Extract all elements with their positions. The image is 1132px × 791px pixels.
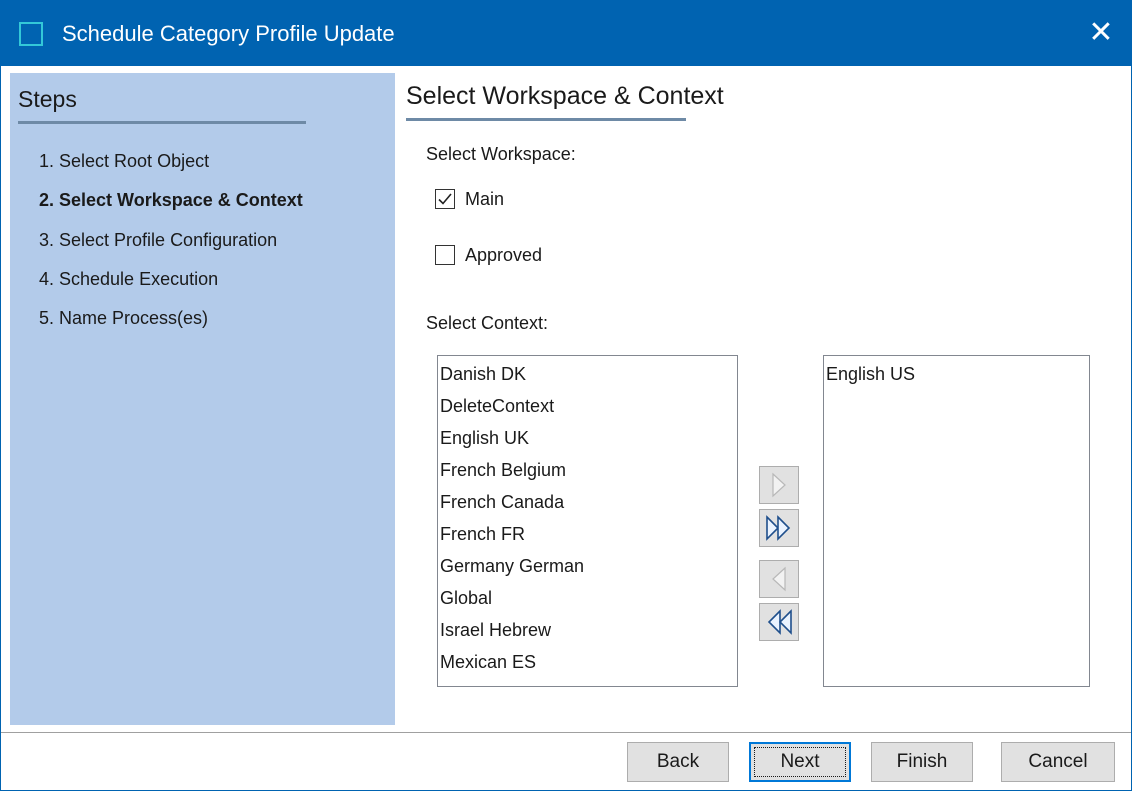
list-item[interactable]: English US: [826, 358, 1089, 390]
window-title: Schedule Category Profile Update: [62, 21, 395, 46]
list-item[interactable]: English UK: [440, 422, 737, 454]
list-item[interactable]: French Canada: [440, 486, 737, 518]
checkmark-icon: [438, 193, 452, 205]
close-button[interactable]: ✕: [1070, 0, 1132, 66]
move-all-right-button[interactable]: [759, 509, 799, 547]
page-title-underline: [406, 118, 686, 121]
arrow-left-icon: [772, 566, 786, 592]
list-item[interactable]: Global: [440, 582, 737, 614]
arrow-right-icon: [772, 472, 786, 498]
title-bar[interactable]: Schedule Category Profile Update ✕: [0, 0, 1132, 66]
close-icon: ✕: [1088, 16, 1114, 49]
list-item[interactable]: French FR: [440, 518, 737, 550]
finish-button[interactable]: Finish: [871, 742, 973, 782]
dialog-window: Schedule Category Profile Update ✕ Steps…: [0, 0, 1132, 791]
workspace-approved-label: Approved: [465, 245, 543, 265]
step-item: 5. Name Process(es): [39, 308, 209, 328]
available-contexts-list[interactable]: Danish DK DeleteContext English UK Frenc…: [437, 355, 738, 687]
app-icon: [19, 22, 43, 46]
dialog-body: Steps 1. Select Root Object 2. Select Wo…: [0, 66, 1132, 791]
step-item-active: 2. Select Workspace & Context: [39, 190, 303, 210]
workspace-approved-checkbox[interactable]: [435, 245, 455, 265]
move-right-button[interactable]: [759, 466, 799, 504]
steps-heading: Steps: [18, 86, 77, 112]
double-arrow-left-icon: [767, 609, 792, 635]
move-all-left-button[interactable]: [759, 603, 799, 641]
steps-heading-underline: [18, 121, 306, 124]
page-title: Select Workspace & Context: [406, 82, 724, 110]
selected-contexts-list[interactable]: English US: [823, 355, 1090, 687]
list-item[interactable]: Germany German: [440, 550, 737, 582]
context-label: Select Context:: [426, 313, 549, 333]
workspace-main-row[interactable]: Main: [435, 187, 504, 211]
workspace-approved-row[interactable]: Approved: [435, 243, 542, 267]
focus-ring: [754, 747, 846, 777]
list-item[interactable]: French Belgium: [440, 454, 737, 486]
footer-divider-highlight: [1, 733, 1131, 734]
steps-panel: Steps 1. Select Root Object 2. Select Wo…: [10, 73, 395, 725]
next-button[interactable]: Next: [749, 742, 851, 782]
list-item[interactable]: Danish DK: [440, 358, 737, 390]
workspace-main-checkbox[interactable]: [435, 189, 455, 209]
list-item[interactable]: Mexican ES: [440, 646, 737, 678]
cancel-button[interactable]: Cancel: [1001, 742, 1115, 782]
workspace-label: Select Workspace:: [426, 144, 576, 164]
move-left-button[interactable]: [759, 560, 799, 598]
list-item[interactable]: Israel Hebrew: [440, 614, 737, 646]
double-arrow-right-icon: [766, 515, 791, 541]
workspace-main-label: Main: [465, 189, 505, 209]
step-item: 3. Select Profile Configuration: [39, 230, 278, 250]
list-item[interactable]: DeleteContext: [440, 390, 737, 422]
step-item: 1. Select Root Object: [39, 151, 210, 171]
back-button[interactable]: Back: [627, 742, 729, 782]
step-item: 4. Schedule Execution: [39, 269, 219, 289]
